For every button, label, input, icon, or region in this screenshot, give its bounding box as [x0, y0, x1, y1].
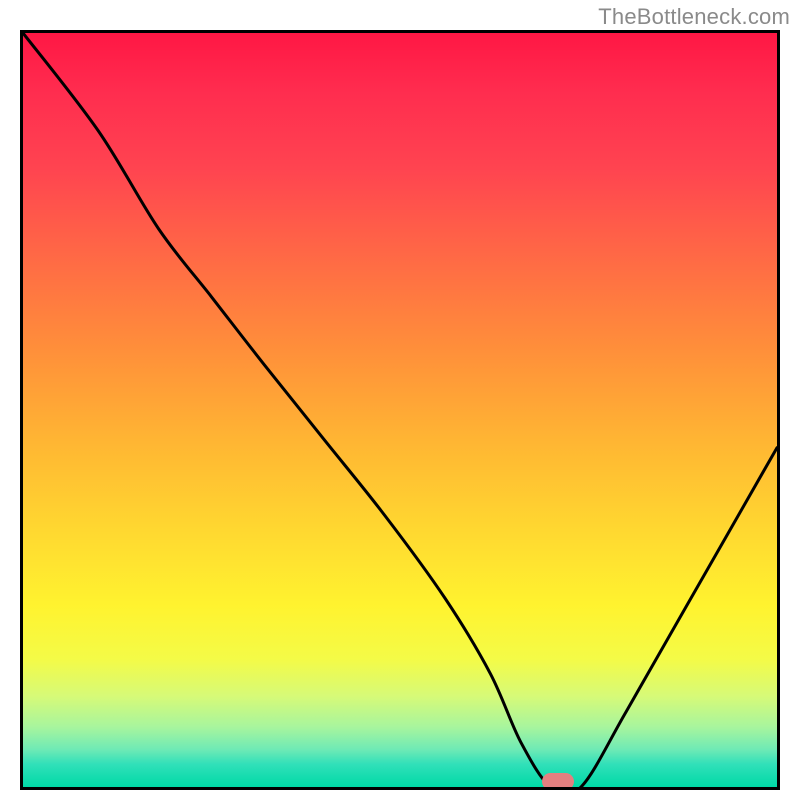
curve-layer	[23, 33, 777, 787]
optimum-marker	[542, 773, 574, 790]
attribution-text: TheBottleneck.com	[598, 4, 790, 30]
plot-area	[20, 30, 780, 790]
chart-container: TheBottleneck.com	[0, 0, 800, 800]
bottleneck-curve-path	[23, 33, 777, 787]
